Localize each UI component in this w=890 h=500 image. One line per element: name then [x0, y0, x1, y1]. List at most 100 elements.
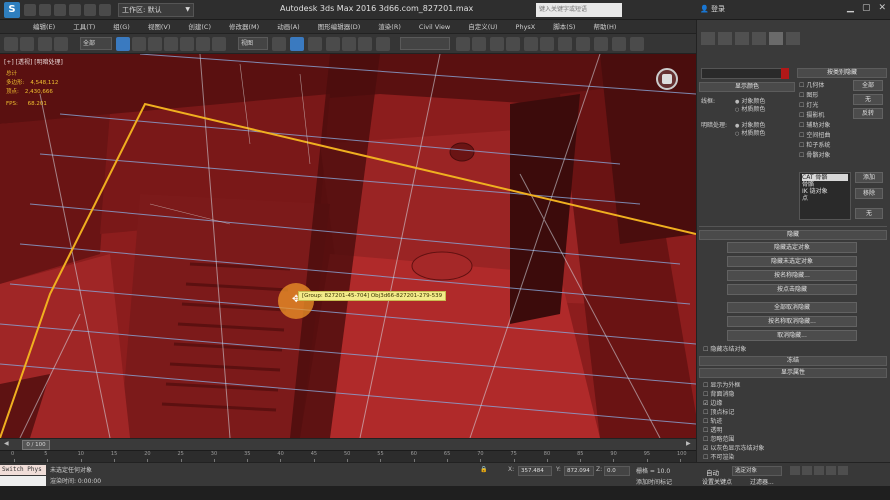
- maxscript-output[interactable]: [0, 476, 46, 486]
- ignore-extents-checkbox[interactable]: 忽略范围: [703, 434, 734, 443]
- list-item[interactable]: 点: [802, 195, 848, 202]
- list-item[interactable]: IK 链对象: [802, 188, 848, 195]
- hide-rollout[interactable]: 隐藏: [699, 230, 887, 240]
- spinner-snap-icon[interactable]: [376, 37, 390, 51]
- unlink-icon[interactable]: [54, 37, 68, 51]
- shaded-material-color-radio[interactable]: 材质颜色: [735, 128, 765, 137]
- align-icon[interactable]: [472, 37, 486, 51]
- scene-explorer-icon[interactable]: [506, 37, 520, 51]
- schematic-view-icon[interactable]: [540, 37, 554, 51]
- menu-views[interactable]: 视图(V): [139, 20, 180, 33]
- named-selection-dropdown[interactable]: [400, 37, 450, 50]
- never-degrade-checkbox[interactable]: 不可渲染: [703, 452, 734, 461]
- invert-button[interactable]: 反转: [853, 108, 883, 119]
- lock-selection-icon[interactable]: 🔒: [480, 466, 487, 473]
- undo-icon[interactable]: [69, 4, 81, 16]
- edges-only-checkbox[interactable]: 边缘: [703, 398, 722, 407]
- menu-tools[interactable]: 工具(T): [64, 20, 104, 33]
- add-time-tag-button[interactable]: 添加时间标记: [636, 477, 672, 486]
- render-setup-icon[interactable]: [576, 37, 590, 51]
- category-particles-checkbox[interactable]: 粒子系统: [799, 140, 830, 149]
- search-input[interactable]: 键入关键字或短语: [536, 3, 622, 17]
- window-crossing-icon[interactable]: [164, 37, 178, 51]
- select-by-name-icon[interactable]: [132, 37, 146, 51]
- menu-customize[interactable]: 自定义(U): [459, 20, 506, 33]
- login-button[interactable]: 👤 登录: [700, 4, 725, 14]
- category-spacewarps-checkbox[interactable]: 空间扭曲: [799, 130, 830, 139]
- reference-coord-dropdown[interactable]: 视图: [238, 37, 268, 50]
- menu-scripting[interactable]: 脚本(S): [544, 20, 584, 33]
- render-iterative-icon[interactable]: [630, 37, 644, 51]
- play-icon[interactable]: [814, 466, 824, 475]
- menu-animation[interactable]: 动画(A): [268, 20, 309, 33]
- menu-civil-view[interactable]: Civil View: [410, 20, 459, 33]
- object-name-field[interactable]: [701, 68, 785, 79]
- display-color-rollout[interactable]: 显示颜色: [699, 82, 795, 92]
- prev-key-icon[interactable]: [802, 466, 812, 475]
- maximize-icon[interactable]: ▢: [862, 3, 871, 13]
- menu-rendering[interactable]: 渲染(R): [369, 20, 410, 33]
- render-icon[interactable]: [612, 37, 626, 51]
- hide-by-category-rollout[interactable]: 按类别隐藏: [797, 68, 887, 78]
- x-coordinate-field[interactable]: 357.484: [518, 466, 552, 476]
- display-tab-icon[interactable]: [769, 32, 783, 45]
- redo-icon[interactable]: [20, 37, 34, 51]
- next-key-icon[interactable]: [826, 466, 836, 475]
- rotate-icon[interactable]: [196, 37, 210, 51]
- list-item[interactable]: 骨骼: [802, 181, 848, 188]
- track-bar[interactable]: 0 5 10 15 20 25 30 35 40 45 50 55 60 65 70 75 80 85 90 95 10…: [0, 450, 696, 463]
- none-button[interactable]: 无: [853, 94, 883, 105]
- menu-create[interactable]: 创建(C): [179, 20, 220, 33]
- z-coordinate-field[interactable]: 0.0: [604, 466, 630, 476]
- open-file-icon[interactable]: [39, 4, 51, 16]
- autokey-button[interactable]: 自动: [706, 467, 719, 477]
- viewport-label-menu[interactable]: [+] [透视] [明暗处理]: [4, 57, 63, 66]
- unhide-button[interactable]: 取消隐藏...: [727, 330, 857, 341]
- snap-toggle-icon[interactable]: [326, 37, 340, 51]
- modify-tab-icon[interactable]: [718, 32, 732, 45]
- category-shapes-checkbox[interactable]: 图形: [799, 90, 818, 99]
- redo-icon[interactable]: [84, 4, 96, 16]
- prev-frame-icon[interactable]: ◀: [4, 440, 9, 447]
- category-bones-checkbox[interactable]: 骨骼对象: [799, 150, 830, 159]
- save-file-icon[interactable]: [54, 4, 66, 16]
- percent-snap-icon[interactable]: [358, 37, 372, 51]
- hierarchy-tab-icon[interactable]: [735, 32, 749, 45]
- hide-by-hit-button[interactable]: 按点击隐藏: [727, 284, 857, 295]
- add-button[interactable]: 添加: [855, 172, 883, 183]
- project-folder-icon[interactable]: [99, 4, 111, 16]
- scale-icon[interactable]: [212, 37, 226, 51]
- display-properties-rollout[interactable]: 显示属性: [699, 368, 887, 378]
- select-manipulate-icon[interactable]: [290, 37, 304, 51]
- category-geometry-checkbox[interactable]: 几何体: [799, 80, 824, 89]
- freeze-rollout[interactable]: 冻结: [699, 356, 887, 366]
- category-helpers-checkbox[interactable]: 辅助对象: [799, 120, 830, 129]
- category-lights-checkbox[interactable]: 灯光: [799, 100, 818, 109]
- next-frame-icon[interactable]: ▶: [686, 440, 691, 447]
- all-button[interactable]: 全部: [853, 80, 883, 91]
- undo-icon[interactable]: [4, 37, 18, 51]
- remove-button[interactable]: 移除: [855, 188, 883, 199]
- go-to-start-icon[interactable]: [790, 466, 800, 475]
- display-as-box-checkbox[interactable]: 显示为外框: [703, 380, 740, 389]
- see-through-checkbox[interactable]: 透明: [703, 425, 722, 434]
- selection-filter-dropdown[interactable]: 全部: [80, 37, 112, 50]
- show-frozen-gray-checkbox[interactable]: 以灰色显示冻结对象: [703, 443, 764, 452]
- curve-editor-icon[interactable]: [524, 37, 538, 51]
- unhide-all-button[interactable]: 全部取消隐藏: [727, 302, 857, 313]
- pivot-icon[interactable]: [272, 37, 286, 51]
- menu-group[interactable]: 组(G): [104, 20, 139, 33]
- menu-modifiers[interactable]: 修改器(M): [220, 20, 268, 33]
- maxscript-listener-input[interactable]: Switch Phys: [0, 465, 46, 475]
- wireframe-material-color-radio[interactable]: 材质颜色: [735, 104, 765, 113]
- hide-unselected-button[interactable]: 隐藏未选定对象: [727, 256, 857, 267]
- menu-physx[interactable]: PhysX: [507, 20, 545, 33]
- menu-edit[interactable]: 编辑(E): [24, 20, 64, 33]
- key-filters-button[interactable]: 过滤器...: [750, 477, 774, 486]
- none-list-button[interactable]: 无: [855, 208, 883, 219]
- hide-by-name-button[interactable]: 按名称隐藏...: [727, 270, 857, 281]
- angle-snap-icon[interactable]: [342, 37, 356, 51]
- time-slider-thumb[interactable]: 0 / 100: [22, 440, 50, 450]
- create-tab-icon[interactable]: [701, 32, 715, 45]
- viewcube-icon[interactable]: [656, 68, 678, 90]
